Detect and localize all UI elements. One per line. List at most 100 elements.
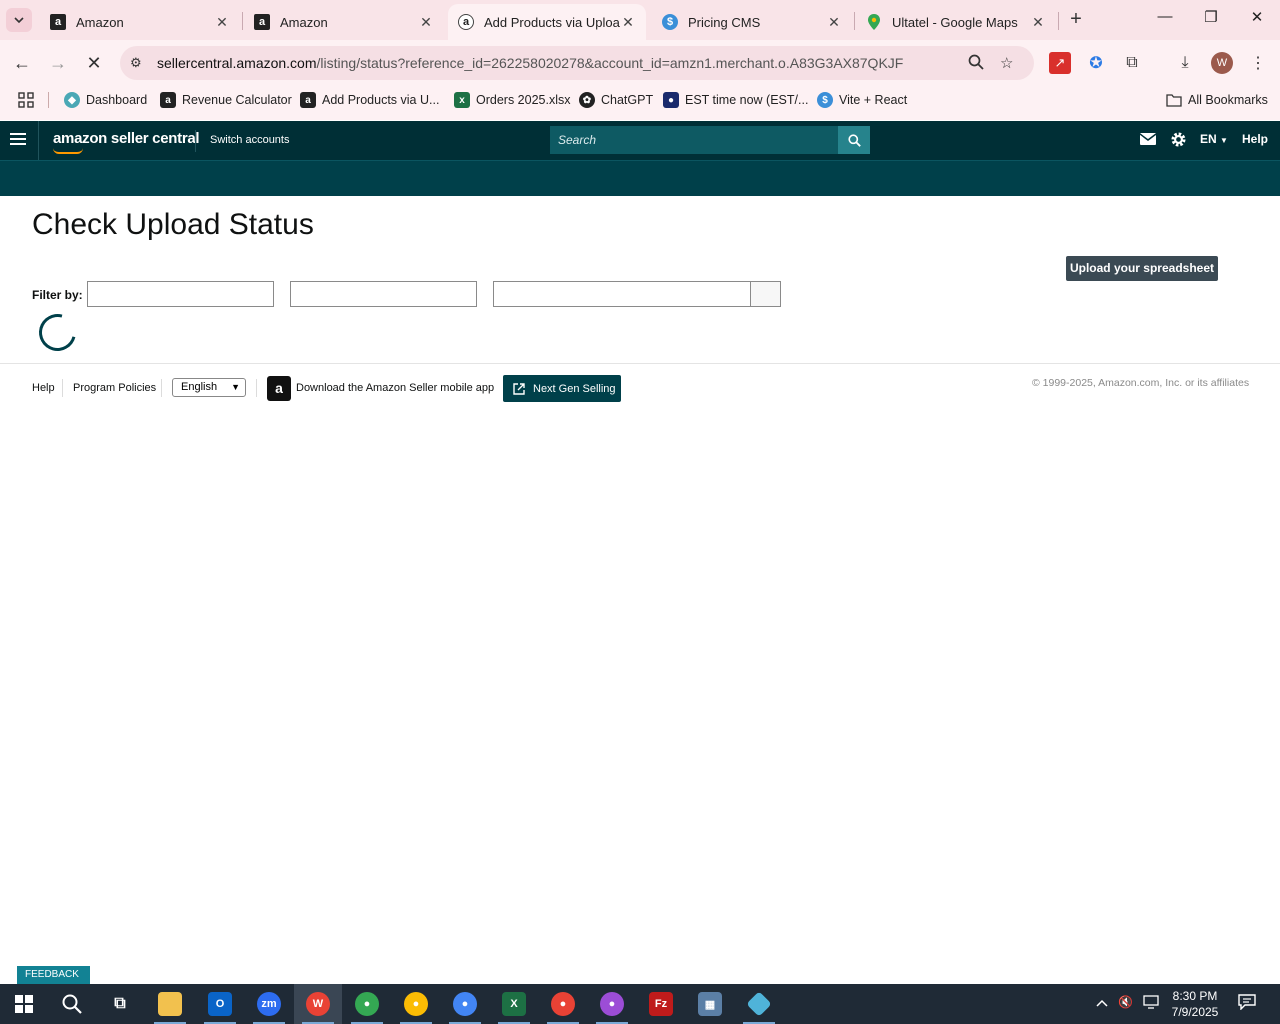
footer-separator — [62, 379, 63, 397]
amazon-seller-app-icon[interactable]: a — [267, 376, 291, 401]
hamburger-menu-icon[interactable] — [10, 133, 26, 147]
close-tab-icon[interactable]: ✕ — [214, 14, 230, 31]
profile-avatar[interactable]: W — [1211, 52, 1233, 74]
search-input[interactable]: Search — [550, 126, 839, 154]
bookmark-separator — [48, 92, 49, 108]
forward-button[interactable]: → — [45, 50, 71, 76]
extensions-puzzle-icon[interactable]: ⧉ — [1121, 52, 1143, 74]
bookmark-star-icon[interactable]: ☆ — [1000, 54, 1013, 72]
bookmark-orders-xlsx[interactable]: x Orders 2025.xlsx — [454, 90, 570, 110]
settings-gear-icon[interactable] — [1170, 131, 1187, 151]
program-policies-link[interactable]: Program Policies — [73, 382, 156, 394]
search-button[interactable] — [838, 126, 870, 154]
bookmark-est-time[interactable]: ● EST time now (EST/... — [663, 90, 808, 110]
back-button[interactable]: ← — [9, 50, 35, 76]
filter-button[interactable] — [750, 281, 781, 307]
zoom-app-icon[interactable]: zm — [245, 984, 293, 1024]
bookmark-chatgpt[interactable]: ✿ ChatGPT — [579, 90, 653, 110]
more-menu-icon[interactable]: ⋮ — [1247, 52, 1269, 74]
filter-input-1[interactable] — [87, 281, 274, 307]
caret-down-icon: ▼ — [1220, 136, 1228, 145]
tab-amazon-2[interactable]: a Amazon ✕ — [244, 4, 444, 40]
chrome-profile-icon-1[interactable]: ● — [343, 984, 391, 1024]
close-tab-icon[interactable]: ✕ — [620, 14, 636, 31]
copyright-text: © 1999-2025, Amazon.com, Inc. or its aff… — [1032, 377, 1250, 389]
dashboard-icon: ◆ — [64, 92, 80, 108]
chrome-profile-icon-3[interactable]: ● — [441, 984, 489, 1024]
windows-start-icon[interactable] — [0, 984, 48, 1024]
taskbar-clock[interactable]: 8:30 PM 7/9/2025 — [1160, 988, 1230, 1020]
taskbar-search-icon[interactable] — [48, 984, 96, 1024]
extension-icon[interactable]: ✪ — [1085, 52, 1107, 74]
network-icon[interactable] — [1143, 995, 1159, 1012]
footer-language-select[interactable]: English ▼ — [172, 378, 246, 397]
switch-accounts-link[interactable]: Switch accounts — [210, 134, 289, 146]
clock-date: 7/9/2025 — [1171, 1005, 1219, 1019]
folder-icon — [1166, 92, 1182, 108]
tab-separator — [1058, 12, 1059, 30]
tab-amazon-1[interactable]: a Amazon ✕ — [40, 4, 240, 40]
chrome-profile-icon-5[interactable]: ● — [588, 984, 636, 1024]
site-info-icon[interactable]: ⚙ — [130, 55, 142, 71]
amazon-a-icon: a — [254, 14, 270, 30]
close-tab-icon[interactable]: ✕ — [1030, 14, 1046, 31]
bookmark-add-products[interactable]: a Add Products via U... — [300, 90, 439, 110]
outlook-icon[interactable]: O — [196, 984, 244, 1024]
chatgpt-icon: ✿ — [579, 92, 595, 108]
chrome-profile-icon-4[interactable]: ● — [539, 984, 587, 1024]
dollar-icon: $ — [817, 92, 833, 108]
stop-loading-button[interactable]: ✕ — [81, 50, 107, 76]
mobile-app-link[interactable]: Download the Amazon Seller mobile app — [296, 382, 494, 394]
tab-google-maps[interactable]: Ultatel - Google Maps ✕ — [856, 4, 1056, 40]
bookmark-revenue-calculator[interactable]: a Revenue Calculator — [160, 90, 292, 110]
zoom-icon[interactable] — [968, 54, 984, 74]
filter-input-3[interactable] — [493, 281, 751, 307]
tab-add-products[interactable]: a Add Products via Upload ✕ — [448, 4, 646, 40]
calculator-icon[interactable]: ▦ — [686, 984, 734, 1024]
bookmark-dashboard[interactable]: ◆ Dashboard — [64, 90, 147, 110]
close-tab-icon[interactable]: ✕ — [418, 14, 434, 31]
apps-grid-icon[interactable] — [18, 90, 34, 110]
chrome-profile-icon-2[interactable]: ● — [392, 984, 440, 1024]
tab-pricing-cms[interactable]: $ Pricing CMS ✕ — [652, 4, 852, 40]
seller-central-header: amazon seller central Switch accounts Se… — [0, 121, 1280, 160]
close-tab-icon[interactable]: ✕ — [826, 14, 842, 31]
mail-icon[interactable] — [1139, 133, 1157, 148]
close-window-button[interactable]: ✕ — [1242, 8, 1272, 32]
pdf-extension-icon[interactable]: ↗ — [1049, 52, 1071, 74]
amazon-a-icon: a — [300, 92, 316, 108]
chrome-w-icon[interactable]: W — [294, 984, 342, 1024]
address-bar[interactable]: ⚙ sellercentral.amazon.com/listing/statu… — [120, 46, 1034, 80]
footer-help-link[interactable]: Help — [32, 382, 55, 394]
help-link[interactable]: Help — [1242, 132, 1268, 146]
dollar-icon: $ — [662, 14, 678, 30]
page-title: Check Upload Status — [32, 208, 314, 241]
bookmark-vite-react[interactable]: $ Vite + React — [817, 90, 907, 110]
all-bookmarks[interactable]: All Bookmarks — [1166, 90, 1268, 110]
excel-icon[interactable]: X — [490, 984, 538, 1024]
file-explorer-icon[interactable] — [146, 984, 194, 1024]
feedback-button[interactable]: FEEDBACK ✕ — [17, 966, 90, 998]
new-tab-button[interactable]: + — [1064, 8, 1088, 32]
header-divider — [38, 121, 39, 160]
notifications-icon[interactable] — [1238, 994, 1256, 1013]
volume-muted-icon[interactable]: 🔇 — [1118, 995, 1133, 1009]
tab-search-button[interactable] — [6, 8, 32, 32]
url-text[interactable]: sellercentral.amazon.com/listing/status?… — [157, 55, 903, 71]
app-diamond-icon[interactable] — [735, 984, 783, 1024]
seller-central-subnav — [0, 160, 1280, 196]
task-view-icon[interactable]: ⧉ — [96, 984, 144, 1024]
excel-icon: x — [454, 92, 470, 108]
amazon-a-icon: a — [50, 14, 66, 30]
restore-button[interactable]: ❐ — [1196, 8, 1226, 32]
download-icon[interactable]: ⤓ — [1174, 52, 1196, 74]
language-selector[interactable]: EN ▼ — [1200, 132, 1228, 146]
upload-spreadsheet-button[interactable]: Upload your spreadsheet — [1066, 256, 1218, 281]
filter-input-2[interactable] — [290, 281, 477, 307]
filezilla-icon[interactable]: Fz — [637, 984, 685, 1024]
globe-icon: ● — [663, 92, 679, 108]
tray-chevron-up-icon[interactable] — [1096, 996, 1108, 1010]
next-gen-selling-button[interactable]: Next Gen Selling — [503, 375, 621, 402]
seller-central-logo[interactable]: amazon seller central — [53, 130, 200, 147]
minimize-button[interactable]: — — [1150, 8, 1180, 32]
